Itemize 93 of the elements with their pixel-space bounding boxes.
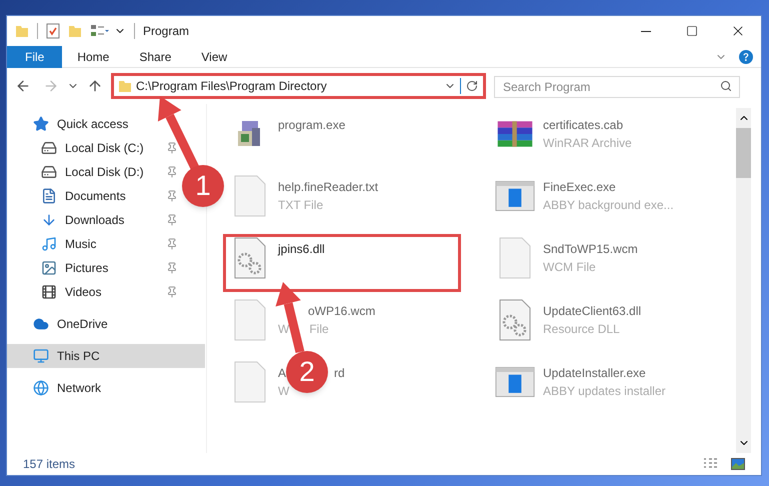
search-field[interactable]: Search Program bbox=[494, 76, 740, 98]
blank-file-icon bbox=[234, 299, 266, 341]
file-name: jpins6.dll bbox=[278, 241, 325, 258]
search-icon bbox=[720, 80, 732, 92]
up-icon[interactable] bbox=[87, 78, 103, 94]
details-view-icon[interactable] bbox=[703, 458, 719, 470]
sidebar-label: Pictures bbox=[65, 260, 108, 277]
scrollbar[interactable] bbox=[736, 108, 751, 453]
sidebar-label: Quick access bbox=[57, 116, 128, 133]
sidebar-item[interactable]: Documents bbox=[7, 184, 180, 208]
pin-icon bbox=[166, 286, 178, 298]
cloud-icon bbox=[33, 316, 49, 332]
film-icon bbox=[41, 284, 57, 300]
pin-icon bbox=[166, 142, 178, 154]
file-type: ABBY background exe... bbox=[543, 197, 674, 214]
annotation-arrow bbox=[276, 282, 304, 354]
pin-icon bbox=[166, 166, 178, 178]
refresh-icon[interactable] bbox=[466, 80, 478, 92]
folder-icon bbox=[68, 24, 82, 38]
blank-file-icon bbox=[234, 361, 266, 403]
sidebar-item[interactable]: Videos bbox=[7, 280, 180, 304]
application-window-icon bbox=[495, 365, 535, 399]
address-path: C:\Program Files\Program Directory bbox=[136, 78, 328, 95]
sidebar-item[interactable]: Local Disk (D:) bbox=[7, 160, 180, 184]
file-name: UpdateInstaller.exe bbox=[543, 365, 646, 382]
file-name: certificates.cab bbox=[543, 117, 624, 134]
file-name: help.fineReader.txt bbox=[278, 179, 378, 196]
thumbnail-view-icon[interactable] bbox=[731, 458, 745, 470]
item-count: 157 items bbox=[23, 456, 76, 473]
file-type: WinRAR Archive bbox=[543, 135, 632, 152]
network-icon bbox=[33, 380, 49, 396]
sidebar-label: Music bbox=[65, 236, 96, 253]
gear-file-icon bbox=[234, 237, 266, 279]
sidebar-label: Downloads bbox=[65, 212, 124, 229]
sidebar-item[interactable]: Downloads bbox=[7, 208, 180, 232]
file-name: SndToWP15.wcm bbox=[543, 241, 638, 258]
pin-icon bbox=[166, 190, 178, 202]
scroll-thumb[interactable] bbox=[736, 128, 751, 178]
help-icon[interactable] bbox=[739, 50, 753, 64]
sidebar-label: Documents bbox=[65, 188, 126, 205]
address-bar[interactable]: C:\Program Files\Program Directory bbox=[111, 73, 486, 99]
ribbon-tab[interactable]: View bbox=[186, 46, 242, 68]
file-name: A bbox=[278, 365, 286, 382]
folder-icon bbox=[15, 24, 29, 38]
blank-file-icon bbox=[499, 237, 531, 279]
sidebar-label: Network bbox=[57, 380, 102, 397]
sidebar-item[interactable]: Quick access bbox=[7, 112, 180, 136]
sidebar-label: Videos bbox=[65, 284, 102, 301]
file-type: W bbox=[278, 321, 290, 338]
file-name: UpdateClient63.dll bbox=[543, 303, 642, 320]
sidebar-item[interactable]: Network bbox=[7, 376, 180, 400]
sidebar-item[interactable]: Pictures bbox=[7, 256, 180, 280]
gear-file-icon bbox=[499, 299, 531, 341]
sidebar-label: Local Disk (D:) bbox=[65, 164, 144, 181]
back-icon[interactable] bbox=[15, 78, 31, 94]
file-name: oWP16.wcm bbox=[308, 303, 376, 320]
application-window-icon bbox=[495, 179, 535, 213]
ribbon-tab[interactable]: Home bbox=[62, 46, 124, 68]
folder-icon bbox=[118, 79, 132, 93]
sidebar-label: Local Disk (C:) bbox=[65, 140, 144, 157]
download-icon bbox=[41, 212, 57, 228]
file-name: FineExec.exe bbox=[543, 179, 616, 196]
file-type: TXT File bbox=[278, 197, 324, 214]
sidebar-item[interactable]: Music bbox=[7, 232, 180, 256]
pin-icon bbox=[166, 238, 178, 250]
file-type: Resource DLL bbox=[543, 321, 620, 338]
music-note-icon bbox=[41, 236, 57, 252]
window-title: Program bbox=[143, 23, 190, 40]
file-name: rd bbox=[334, 365, 345, 382]
ribbon-tab[interactable]: File bbox=[7, 46, 62, 68]
ribbon-tab[interactable]: Share bbox=[124, 46, 186, 68]
drive-icon bbox=[41, 140, 57, 156]
star-icon bbox=[33, 116, 49, 132]
file-type: WCM File bbox=[543, 259, 596, 276]
pin-icon bbox=[166, 262, 178, 274]
minimize-icon bbox=[641, 30, 651, 32]
file-type: ABBY updates installer bbox=[543, 383, 666, 400]
pin-icon bbox=[166, 214, 178, 226]
sidebar-item[interactable]: Local Disk (C:) bbox=[7, 136, 180, 160]
blank-file-icon bbox=[234, 175, 266, 217]
drive-icon bbox=[41, 164, 57, 180]
monitor-icon bbox=[33, 348, 49, 364]
sidebar-label: OneDrive bbox=[57, 316, 108, 333]
checklist-icon bbox=[46, 23, 60, 39]
file-name: program.exe bbox=[278, 117, 346, 134]
maximize-icon bbox=[686, 25, 698, 37]
picture-icon bbox=[41, 260, 57, 276]
sidebar-label: This PC bbox=[57, 348, 100, 365]
sidebar-item[interactable]: OneDrive bbox=[7, 312, 180, 336]
document-icon bbox=[41, 188, 57, 204]
file-type: File bbox=[309, 321, 329, 338]
sidebar-item[interactable]: This PC bbox=[7, 344, 205, 368]
properties-icon bbox=[90, 24, 110, 38]
